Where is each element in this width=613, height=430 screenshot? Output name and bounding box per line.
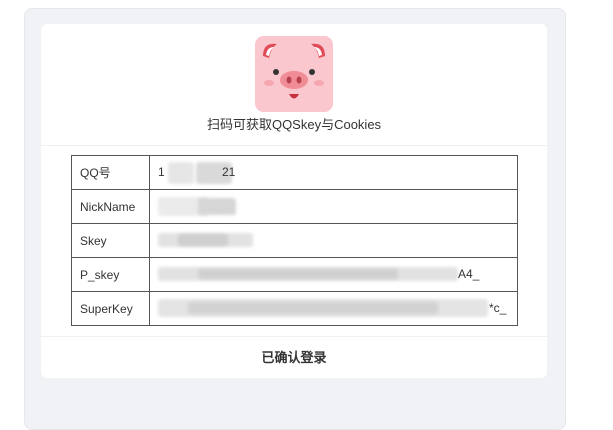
qq-value-start: 1 [158, 165, 165, 179]
redaction-mask [188, 302, 438, 314]
redaction-mask [198, 269, 398, 279]
row-label-qq: QQ号 [71, 155, 150, 190]
login-status: 已确认登录 [41, 336, 547, 379]
redaction-mask [168, 162, 194, 184]
row-label-skey: Skey [71, 223, 150, 258]
qq-value-end: 21 [222, 165, 236, 179]
row-label-pskey: P_skey [71, 257, 150, 292]
pskey-value-end: A4_ [458, 267, 480, 281]
row-value-superkey: *c_ [149, 291, 518, 326]
table-row-pskey: P_skey A4_ [71, 257, 518, 292]
card-header: 扫码可获取QQSkey与Cookies [41, 24, 547, 146]
login-card: 扫码可获取QQSkey与Cookies QQ号 1 21 NickName Sk… [41, 24, 547, 378]
table-row-nickname: NickName [71, 189, 518, 224]
row-value-pskey: A4_ [149, 257, 518, 292]
row-label-nickname: NickName [71, 189, 150, 224]
table-row-skey: Skey [71, 223, 518, 258]
table-row-superkey: SuperKey *c_ [71, 291, 518, 326]
row-value-skey [149, 223, 518, 258]
row-value-nickname [149, 189, 518, 224]
superkey-value-end: *c_ [489, 301, 507, 315]
row-label-superkey: SuperKey [71, 291, 150, 326]
redaction-mask [178, 234, 228, 246]
table-row-qq: QQ号 1 21 [71, 155, 518, 190]
credentials-table: QQ号 1 21 NickName Skey P_skey A4_ SuperK… [71, 155, 518, 326]
redaction-mask [198, 198, 236, 215]
row-value-qq: 1 21 [149, 155, 518, 190]
page-subtitle: 扫码可获取QQSkey与Cookies [206, 117, 382, 132]
pig-face-icon [255, 36, 333, 112]
